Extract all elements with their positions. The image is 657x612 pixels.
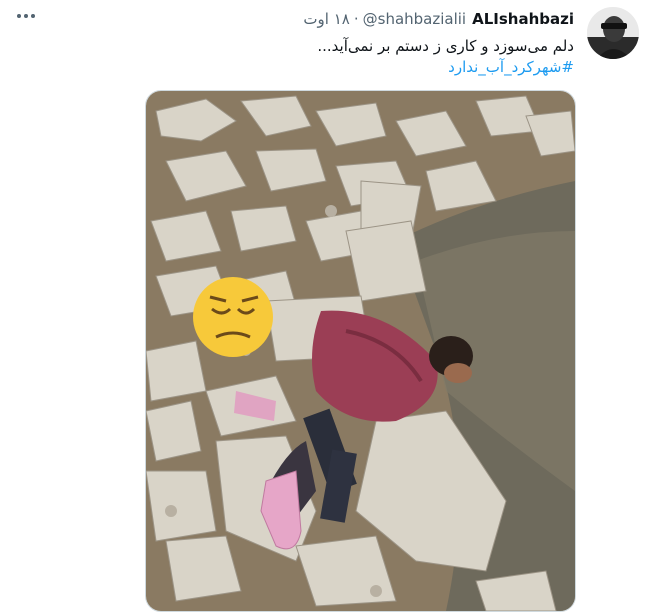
more-options-icon[interactable] bbox=[14, 6, 38, 26]
hashtag-link[interactable]: #شهرکرد_آب_ندارد bbox=[448, 58, 574, 76]
tweet: ALIshahbazi @shahbazialii · ۱۸ اوت دلم م… bbox=[0, 0, 657, 612]
separator-dot: · bbox=[353, 10, 359, 28]
avatar[interactable] bbox=[587, 7, 639, 59]
tweet-header: ALIshahbazi @shahbazialii · ۱۸ اوت bbox=[303, 8, 574, 30]
tweet-text: دلم می‌سوزد و کاری ز دستم بر نمی‌آید... bbox=[317, 37, 574, 55]
author-name[interactable]: ALIshahbazi bbox=[472, 10, 574, 28]
author-handle[interactable]: @shahbazialii bbox=[363, 10, 466, 28]
tweet-photo[interactable] bbox=[145, 90, 576, 612]
tweet-time[interactable]: ۱۸ اوت bbox=[303, 10, 349, 28]
